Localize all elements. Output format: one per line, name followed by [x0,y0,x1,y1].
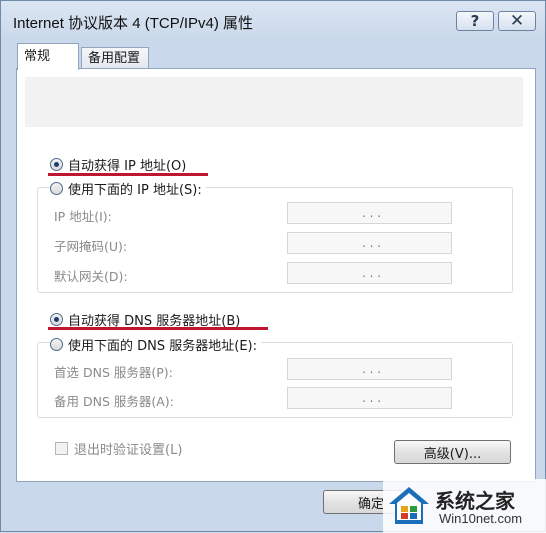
help-icon: ? [470,12,480,30]
auto-ip-label: 自动获得 IP 地址(O) [68,159,187,174]
preferred-dns-label: 首选 DNS 服务器(P): [54,365,173,380]
radio-selected-icon [50,313,63,326]
help-button[interactable]: ? [456,11,494,31]
subnet-mask-label: 子网掩码(U): [54,239,128,254]
highlight-underline-dns [48,327,268,330]
house-logo-icon [387,484,431,528]
watermark-url: Win10net.com [439,511,523,526]
close-icon: ✕ [509,11,525,31]
ip-address-label: IP 地址(I): [54,209,112,224]
default-gateway-field[interactable]: . . . [287,262,452,284]
watermark-brand: 系统之家 [435,489,515,513]
default-gateway-label: 默认网关(D): [54,269,128,284]
title-bar: Internet 协议版本 4 (TCP/IPv4) 属性 ? ✕ [1,1,545,41]
manual-ip-label: 使用下面的 IP 地址(S): [68,183,202,198]
window-title: Internet 协议版本 4 (TCP/IPv4) 属性 [13,15,254,32]
close-button[interactable]: ✕ [498,11,536,31]
highlight-underline-ip [48,173,208,176]
validate-on-exit-checkbox[interactable]: 退出时验证设置(L) [55,439,182,458]
manual-dns-radio[interactable]: 使用下面的 DNS 服务器地址(E): [50,335,261,354]
description-area [25,77,523,127]
manual-ip-radio[interactable]: 使用下面的 IP 地址(S): [50,179,206,198]
ip-address-field[interactable]: . . . [287,202,452,224]
advanced-button[interactable]: 高级(V)... [394,440,511,464]
radio-selected-icon [50,158,63,171]
subnet-mask-field[interactable]: . . . [287,232,452,254]
alternate-dns-label: 备用 DNS 服务器(A): [54,394,174,409]
auto-ip-radio[interactable]: 自动获得 IP 地址(O) [50,155,186,174]
radio-unselected-icon [50,182,63,195]
validate-on-exit-label: 退出时验证设置(L) [74,443,183,458]
checkbox-icon [55,442,68,455]
manual-dns-label: 使用下面的 DNS 服务器地址(E): [68,339,257,354]
dialog-window: Internet 协议版本 4 (TCP/IPv4) 属性 ? ✕ 常规 备用配… [0,0,546,533]
general-tab-panel: 自动获得 IP 地址(O) 使用下面的 IP 地址(S): IP 地址(I): … [16,68,536,482]
alternate-dns-field[interactable]: . . . [287,387,452,409]
tab-general[interactable]: 常规 [17,43,79,70]
site-watermark: 系统之家 Win10net.com [383,479,546,533]
radio-unselected-icon [50,338,63,351]
preferred-dns-field[interactable]: . . . [287,358,452,380]
tab-alternate-config[interactable]: 备用配置 [81,47,149,69]
